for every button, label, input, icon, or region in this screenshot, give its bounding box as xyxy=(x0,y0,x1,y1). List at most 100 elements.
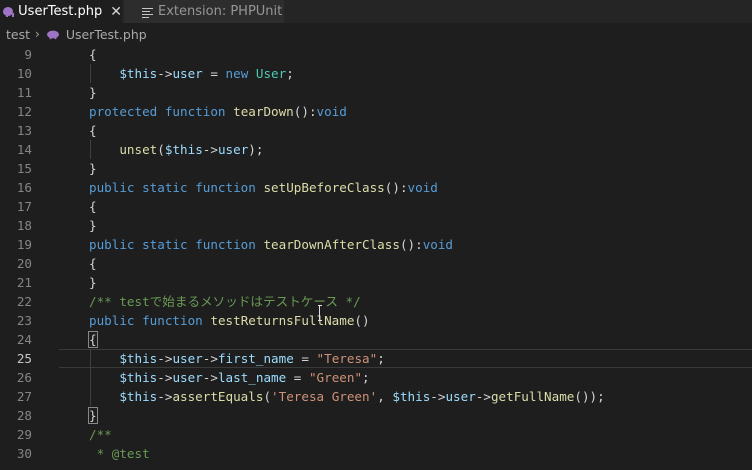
token-kw: function xyxy=(164,104,226,119)
token-fn: tearDownAfterClass xyxy=(263,237,400,252)
line-number: 30 xyxy=(16,446,32,461)
tab-extension-phpunit[interactable]: Extension: PHPUnit xyxy=(124,0,284,23)
code-text: { xyxy=(89,45,97,64)
code-line[interactable]: 10 $this->user = new User; xyxy=(0,64,752,83)
code-line[interactable]: 16 public static function setUpBeforeClas… xyxy=(0,178,752,197)
token-kw: void xyxy=(316,104,347,119)
code-line[interactable]: 9{ xyxy=(0,45,752,64)
token-prop: user xyxy=(445,389,476,404)
token-pl: -> xyxy=(475,389,491,404)
token-pl: -> xyxy=(430,389,446,404)
code-line[interactable]: 20 { xyxy=(0,254,752,273)
code-text: { xyxy=(89,197,97,216)
line-number: 22 xyxy=(16,294,32,309)
token-pl: -> xyxy=(157,370,173,385)
code-line[interactable]: 29 /** xyxy=(0,425,752,444)
tab-bar: UserTest.php ✕ Extension: PHPUnit xyxy=(0,0,752,23)
line-number: 23 xyxy=(16,313,32,328)
line-number: 29 xyxy=(16,427,32,442)
vscode-window: UserTest.php ✕ Extension: PHPUnit test ›… xyxy=(0,0,752,470)
code-editor[interactable]: 9{10 $this->user = new User; 11} 12 protect… xyxy=(0,45,752,470)
token-kw: new xyxy=(225,66,249,81)
code-line[interactable]: 15} xyxy=(0,159,752,178)
token-pl: -> xyxy=(202,142,218,157)
code-line[interactable]: 11} xyxy=(0,83,752,102)
code-line[interactable]: 22/** testで始まるメソッドはテストケース */ xyxy=(0,292,752,311)
code-text: public function testReturnsFullName() xyxy=(89,311,370,330)
breadcrumb-file[interactable]: UserTest.php xyxy=(66,27,147,42)
token-kw: static xyxy=(142,180,188,195)
token-pl: { xyxy=(88,331,98,348)
code-text: $this->user->first_name = "Teresa"; xyxy=(89,349,384,368)
token-pl: () xyxy=(354,313,370,328)
code-line[interactable]: 27 $this->assertEquals('Teresa Green', $… xyxy=(0,387,752,406)
line-number: 21 xyxy=(16,275,32,290)
token-kw: protected xyxy=(89,104,158,119)
token-pl: -> xyxy=(157,389,173,404)
token-fn: unset xyxy=(119,142,158,157)
code-text: * @test xyxy=(89,444,150,463)
breadcrumb-folder[interactable]: test xyxy=(6,27,30,42)
close-icon[interactable]: ✕ xyxy=(110,4,122,20)
token-cmt: * @test xyxy=(89,446,150,461)
token-prop: last_name xyxy=(217,370,287,385)
token-kw: function xyxy=(195,237,256,252)
token-kw: static xyxy=(142,237,188,252)
code-line[interactable]: 12 protected function tearDown():void xyxy=(0,102,752,121)
token-prop: $this xyxy=(119,66,158,81)
token-pl: ; xyxy=(362,370,370,385)
token-pl: -> xyxy=(157,66,173,81)
code-line[interactable]: 17 { xyxy=(0,197,752,216)
token-pl: } xyxy=(89,218,97,233)
token-prop: user xyxy=(172,351,203,366)
token-str: 'Teresa Green' xyxy=(271,389,378,404)
code-line[interactable]: 13 { xyxy=(0,121,752,140)
token-prop: $this xyxy=(119,389,158,404)
tab-label: UserTest.php xyxy=(18,4,103,19)
token-prop: $this xyxy=(119,370,158,385)
code-text: } xyxy=(89,159,97,178)
token-pl: { xyxy=(89,199,97,214)
line-number: 25 xyxy=(16,351,32,366)
token-pl: ( xyxy=(263,389,272,404)
token-kw: public xyxy=(89,313,135,328)
line-number: 10 xyxy=(16,66,32,81)
token-prop: user xyxy=(172,370,203,385)
line-number: 13 xyxy=(16,123,32,138)
line-number: 20 xyxy=(16,256,32,271)
token-pl: ); xyxy=(248,142,264,157)
token-prop: first_name xyxy=(217,351,294,366)
tab-usertest-php[interactable]: UserTest.php ✕ xyxy=(0,0,122,23)
token-pl: = xyxy=(202,66,226,81)
php-elephant-icon xyxy=(3,7,15,17)
code-line[interactable]: 28} xyxy=(0,406,752,425)
token-prop: $this xyxy=(392,389,431,404)
code-text: { xyxy=(89,254,97,273)
code-line[interactable]: 26 $this->user->last_name = "Green"; xyxy=(0,368,752,387)
token-pl: (): xyxy=(399,237,423,252)
code-line[interactable]: 14 unset($this->user); xyxy=(0,140,752,159)
token-pl: = xyxy=(286,370,309,385)
code-line[interactable]: 21} xyxy=(0,273,752,292)
code-line[interactable]: 23 public function testReturnsFullName() xyxy=(0,311,752,330)
token-cls: User xyxy=(255,66,287,81)
code-line[interactable]: 24 { xyxy=(0,330,752,349)
token-pl: -> xyxy=(202,351,218,366)
token-pl: { xyxy=(89,256,97,271)
code-line[interactable]: 18} xyxy=(0,216,752,235)
code-text: /** xyxy=(89,425,112,444)
code-line[interactable]: 25 $this->user->first_name = "Teresa"; xyxy=(0,349,752,368)
extension-doc-icon xyxy=(142,7,153,18)
token-pl: ( xyxy=(157,142,165,157)
code-line[interactable]: 19 public static function tearDownAfterCl… xyxy=(0,235,752,254)
line-number: 11 xyxy=(16,85,32,100)
line-number: 12 xyxy=(16,104,32,119)
code-line[interactable]: 30 * @test xyxy=(0,444,752,463)
token-fn: assertEquals xyxy=(172,389,264,404)
